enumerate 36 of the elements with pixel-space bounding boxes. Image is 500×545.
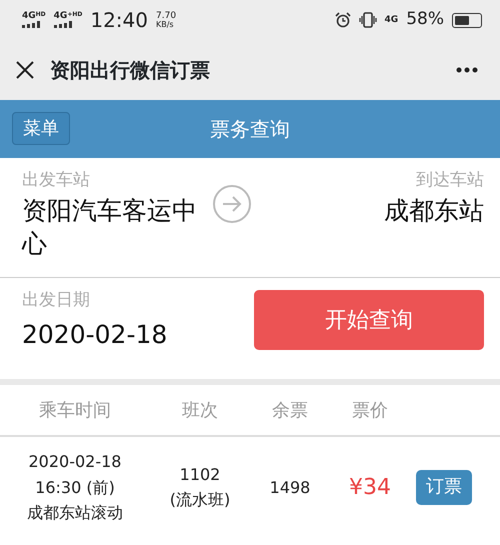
table-cell-text: 2020-02-18 [28, 451, 122, 473]
network-label: 4G$^{+HD}$ [54, 12, 82, 21]
network-label: 4G [384, 16, 398, 24]
close-icon[interactable] [16, 61, 34, 79]
table-cell: 1498 [270, 478, 310, 497]
book-button[interactable]: 订票 [416, 470, 472, 505]
field-label: 出发车站 [22, 169, 91, 192]
signal-icon [54, 21, 72, 28]
column-header: 班次 [181, 398, 219, 422]
battery-icon [452, 12, 482, 28]
window-title: 资阳出行微信订票 [50, 57, 210, 84]
column-header: 乘车时间 [38, 398, 112, 422]
field-label: 出发日期 [22, 289, 91, 312]
departure-station[interactable]: 资阳汽车客运中心 [22, 194, 212, 261]
arrival-station[interactable]: 成都东站 [384, 194, 484, 228]
page-title: 票务查询 [210, 116, 290, 143]
network-speed: 7.70 [156, 12, 176, 20]
clock-time: 12:40 [90, 7, 148, 34]
field-label: 到达车站 [415, 169, 484, 192]
price-cell: ¥34 [349, 474, 391, 500]
speed-unit: KB/s [156, 20, 175, 28]
network-label: 4G$^{HD}$ [22, 12, 46, 21]
table-cell-text: 1102 [178, 464, 222, 486]
table-cell-text: 16:30 (前) [34, 476, 116, 499]
column-header: 票价 [351, 398, 389, 422]
more-icon[interactable] [456, 67, 478, 73]
battery-percent: 58% [406, 8, 444, 32]
alarm-icon [334, 12, 351, 28]
signal-icon [22, 21, 40, 28]
date-field[interactable]: 2020-02-18 [22, 318, 254, 352]
menu-button[interactable]: 菜单 [12, 112, 70, 145]
search-button[interactable]: 开始查询 [254, 290, 484, 350]
table-cell-text: (流水班) [168, 489, 232, 512]
vibrate-icon [358, 12, 377, 28]
table-cell-text: 成都东站滚动 [26, 502, 124, 524]
column-header: 余票 [271, 398, 309, 422]
